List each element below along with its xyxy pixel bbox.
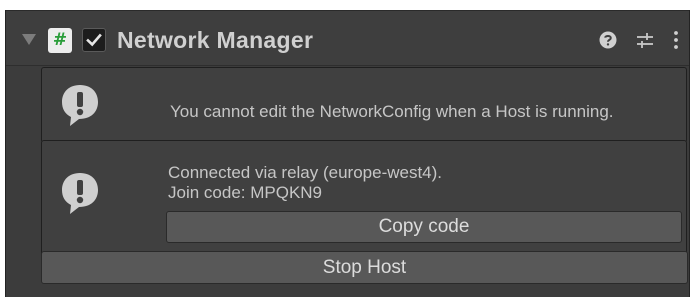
helpbox-relay-info: Connected via relay (europe-west4). Join… xyxy=(41,140,687,256)
checkmark-icon xyxy=(86,33,102,47)
stop-host-button[interactable]: Stop Host xyxy=(41,251,688,284)
helpbox-message: Connected via relay (europe-west4). Join… xyxy=(168,163,442,203)
relay-status-line: Connected via relay (europe-west4). xyxy=(168,163,443,182)
kebab-menu-icon[interactable] xyxy=(670,29,682,56)
csharp-script-icon: # xyxy=(48,28,72,53)
message-line: You cannot edit the NetworkConfig when a… xyxy=(170,102,614,121)
help-icon[interactable] xyxy=(597,29,619,56)
foldout-arrow-icon[interactable] xyxy=(22,34,36,45)
helpbox-config-locked: You cannot edit the NetworkConfig when a… xyxy=(41,67,687,143)
script-glyph: # xyxy=(52,30,68,50)
component-header[interactable]: # Network Manager xyxy=(6,10,689,66)
presets-icon[interactable] xyxy=(634,29,656,56)
component-title: Network Manager xyxy=(117,27,314,53)
component-enabled-checkbox[interactable] xyxy=(82,28,106,52)
copy-code-button[interactable]: Copy code xyxy=(166,211,682,243)
network-manager-component: # Network Manager You cannot edit the Ne… xyxy=(5,10,690,297)
join-code-line: Join code: MPQKN9 xyxy=(168,183,323,202)
inspector-root: # Network Manager You cannot edit the Ne… xyxy=(0,0,695,297)
helpbox-message: You cannot edit the NetworkConfig when a… xyxy=(170,101,614,123)
warning-icon xyxy=(56,81,104,134)
warning-icon xyxy=(56,169,104,222)
